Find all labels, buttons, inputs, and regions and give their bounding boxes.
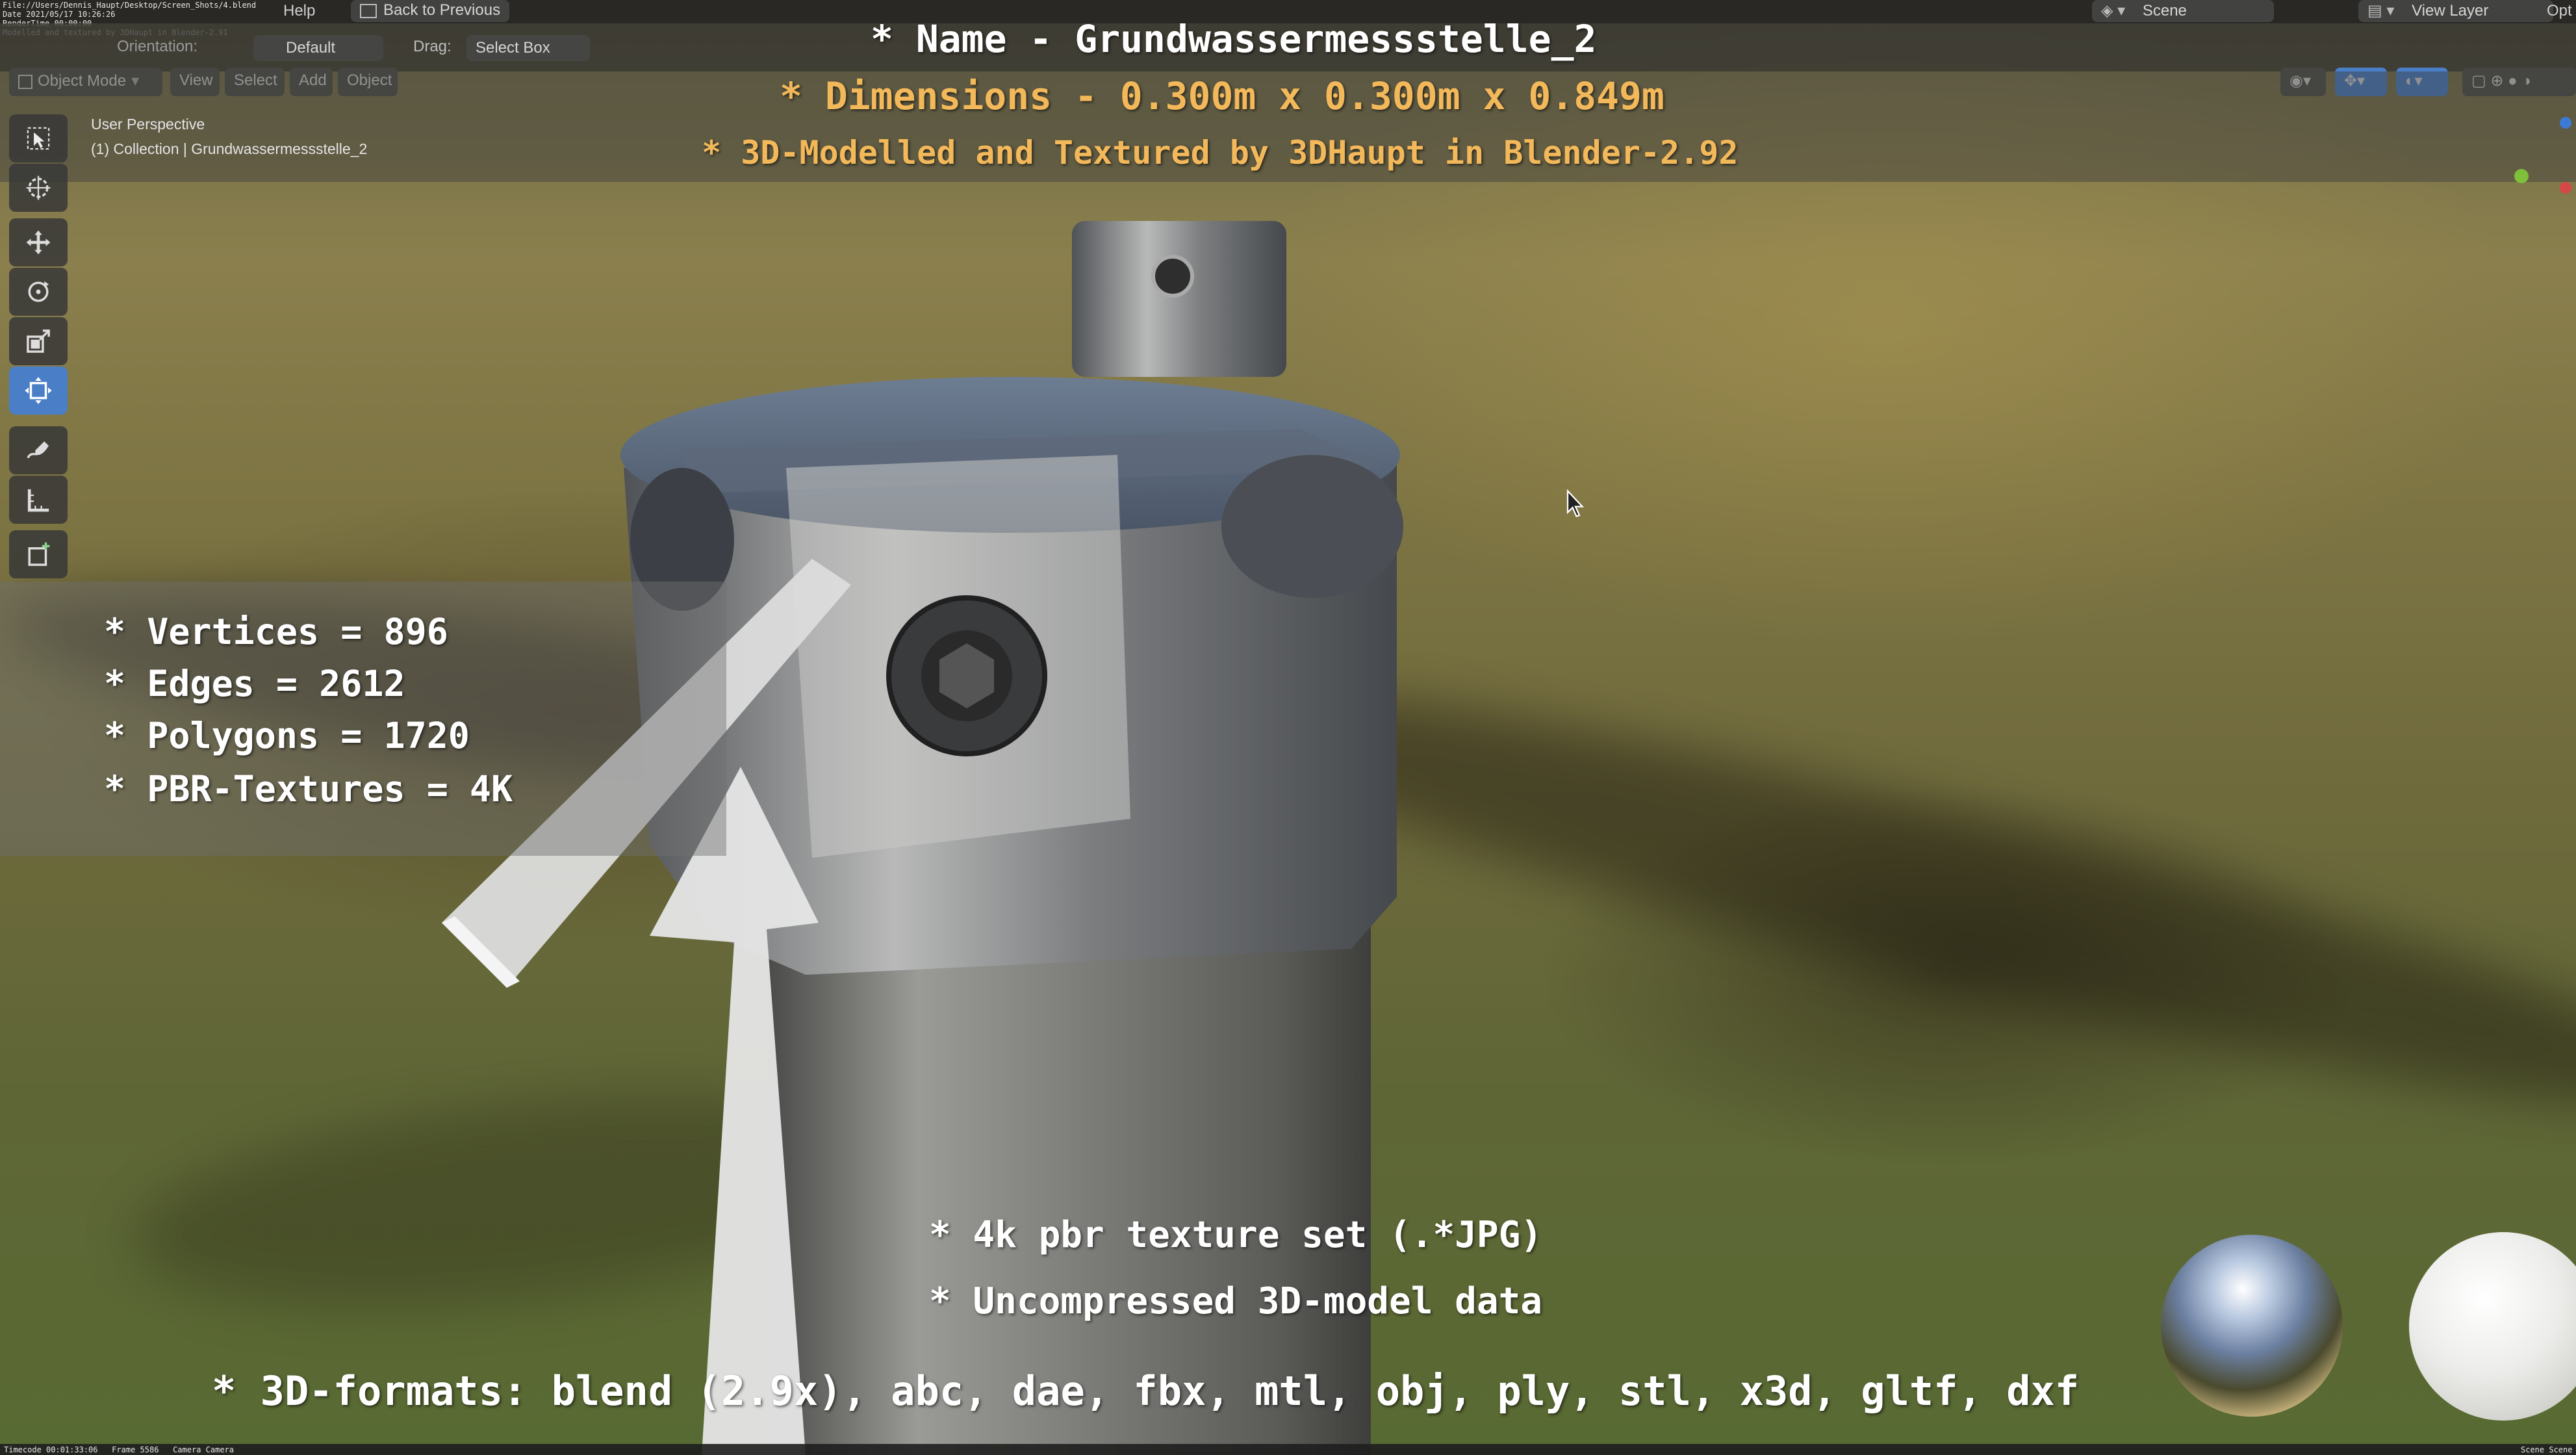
options-menu[interactable]: Opt bbox=[2547, 2, 2572, 20]
select-box-tool[interactable] bbox=[9, 114, 68, 162]
rotate-tool[interactable] bbox=[9, 268, 68, 316]
help-menu[interactable]: Help bbox=[283, 2, 315, 20]
measure-tool[interactable] bbox=[9, 476, 68, 524]
back-to-previous-button[interactable]: Back to Previous bbox=[351, 0, 510, 22]
stat-polygons: * Polygons = 1720 bbox=[104, 715, 470, 756]
stat-textures: * PBR-Textures = 4K bbox=[104, 768, 513, 810]
timecode-text: Timecode 00:01:33:06 Frame 5586 Camera C… bbox=[4, 1445, 235, 1454]
cursor-tool[interactable] bbox=[9, 164, 68, 212]
add-cube-tool[interactable] bbox=[9, 530, 68, 578]
status-bar: Timecode 00:01:33:06 Frame 5586 Camera C… bbox=[0, 1444, 2576, 1455]
orientation-dropdown[interactable]: Default bbox=[253, 35, 383, 61]
add-cube-icon bbox=[28, 542, 50, 566]
tool-shelf bbox=[9, 114, 68, 582]
model-name: * Name - Grundwassermessstelle_2 bbox=[871, 17, 1597, 61]
collection-label: (1) Collection | Grundwassermessstelle_2 bbox=[91, 140, 368, 157]
texture-info: * 4k pbr texture set (.*JPG) bbox=[929, 1214, 1543, 1256]
view-perspective-label: User Perspective bbox=[91, 116, 205, 133]
x-axis-icon bbox=[2560, 182, 2571, 194]
scene-selector[interactable]: ◈ ▾ Scene bbox=[2092, 0, 2274, 22]
annotate-icon bbox=[27, 441, 49, 459]
annotate-tool[interactable] bbox=[9, 426, 68, 474]
transform-tool[interactable] bbox=[9, 367, 68, 415]
drag-label: Drag: bbox=[413, 38, 452, 55]
scale-icon bbox=[27, 329, 50, 353]
move-tool[interactable] bbox=[9, 218, 68, 266]
measure-icon bbox=[27, 489, 49, 512]
rotate-icon bbox=[28, 281, 49, 302]
hdri-chrome-sphere bbox=[2161, 1235, 2343, 1417]
drag-select-dropdown[interactable]: Select Box bbox=[466, 35, 590, 61]
z-axis-icon bbox=[2560, 117, 2571, 129]
model-data-info: * Uncompressed 3D-model data bbox=[929, 1280, 1543, 1322]
transform-icon bbox=[25, 377, 52, 404]
scene-status-text: Scene Scene bbox=[2521, 1445, 2573, 1454]
stat-edges: * Edges = 2612 bbox=[104, 663, 405, 704]
cursor-icon bbox=[26, 175, 51, 200]
select-box-icon bbox=[27, 127, 50, 150]
formats-info: * 3D-formats: blend (2.9x), abc, dae, fb… bbox=[212, 1367, 2080, 1415]
move-icon bbox=[26, 230, 51, 255]
top-valve bbox=[1072, 221, 1286, 377]
credit-line: * 3D-Modelled and Textured by 3DHaupt in… bbox=[702, 134, 1739, 172]
navigation-gizmo[interactable] bbox=[2514, 117, 2573, 227]
orientation-label: Orientation: bbox=[117, 38, 198, 55]
view-layer-icon: ▤ ▾ bbox=[2367, 2, 2399, 19]
model-dimensions: * Dimensions - 0.300m x 0.300m x 0.849m bbox=[780, 74, 1664, 118]
scene-icon: ◈ ▾ bbox=[2101, 2, 2130, 19]
view-layer-selector[interactable]: ▤ ▾ View Layer bbox=[2358, 0, 2553, 22]
stat-vertices: * Vertices = 896 bbox=[104, 611, 448, 652]
back-icon bbox=[360, 3, 377, 18]
scale-tool[interactable] bbox=[9, 317, 68, 365]
y-axis-icon bbox=[2514, 169, 2529, 183]
mouse-pointer-icon bbox=[1566, 489, 1585, 517]
